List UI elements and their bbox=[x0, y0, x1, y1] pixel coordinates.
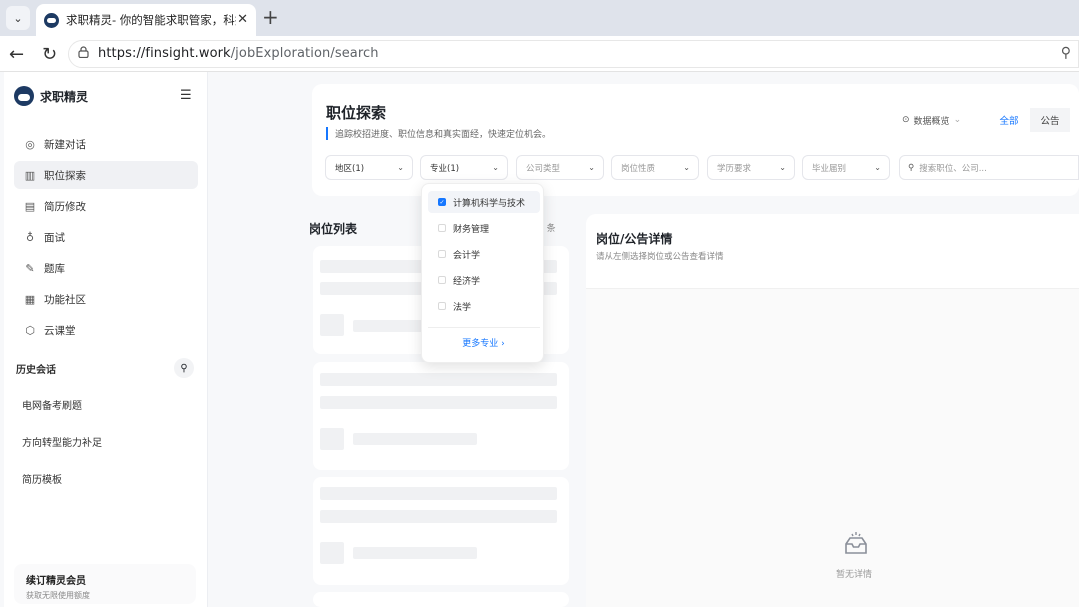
history-search-icon[interactable]: ⚲ bbox=[174, 358, 194, 378]
reload-icon[interactable]: ↻ bbox=[42, 44, 57, 65]
collapse-sidebar-icon[interactable]: ☰ bbox=[180, 88, 192, 103]
sidebar-item-interview[interactable]: ♁ 面试 bbox=[14, 223, 198, 251]
major-option[interactable]: 经济学 bbox=[428, 269, 540, 291]
sidebar-item-question-bank[interactable]: ✎ 题库 bbox=[14, 254, 198, 282]
chart-icon: ▥ bbox=[24, 168, 36, 182]
chevron-down-icon: ⌄ bbox=[588, 163, 595, 172]
chevron-down-icon: ⌄ bbox=[874, 163, 881, 172]
chat-icon: ◎ bbox=[25, 137, 35, 151]
history-item[interactable]: 电网备考刷题 bbox=[22, 397, 82, 412]
checkbox-icon bbox=[438, 302, 446, 310]
search-icon: ⚲ bbox=[908, 162, 915, 173]
checkbox-icon bbox=[438, 276, 446, 284]
loading-card bbox=[313, 477, 569, 585]
cube-icon: ⬡ bbox=[25, 323, 35, 337]
history-item[interactable]: 方向转型能力补足 bbox=[22, 434, 102, 449]
sidebar-item-job-exploration[interactable]: ▥ 职位探索 bbox=[14, 161, 198, 189]
loading-card bbox=[313, 592, 569, 607]
page-subtitle: 追踪校招进度、职位信息和真实面经，快速定位机会。 bbox=[326, 127, 551, 140]
browser-tab-strip: ⌄ 求职精灵- 你的智能求职管家，科技 ✕ + bbox=[0, 0, 1079, 36]
document-icon: ▤ bbox=[24, 199, 36, 213]
loading-card bbox=[313, 362, 569, 470]
sidebar: 求职精灵 ☰ ◎ 新建对话 ▥ 职位探索 ▤ 简历修改 ♁ 面试 ✎ 题库 ▦ 功能社区 ⬡… bbox=[4, 72, 208, 607]
major-option[interactable]: 财务管理 bbox=[428, 217, 540, 239]
browser-tab[interactable]: 求职精灵- 你的智能求职管家，科技 ✕ bbox=[36, 4, 256, 36]
checkbox-checked-icon: ✓ bbox=[438, 198, 446, 206]
detail-body bbox=[586, 288, 1079, 607]
filter-region[interactable]: 地区(1) ⌄ bbox=[325, 155, 413, 180]
chevron-down-icon: ⌄ bbox=[683, 163, 690, 172]
sidebar-item-cloud-class[interactable]: ⬡ 云课堂 bbox=[14, 316, 198, 344]
tab-title: 求职精灵- 你的智能求职管家，科技 bbox=[66, 13, 236, 27]
vip-card[interactable]: 续订精灵会员 获取无限使用额度 bbox=[14, 564, 196, 604]
data-overview-button[interactable]: ⊙ 数据概览 ⌄ bbox=[902, 110, 980, 130]
close-tab-icon[interactable]: ✕ bbox=[237, 12, 248, 27]
chevron-down-icon: ⌄ bbox=[779, 163, 786, 172]
new-tab-icon[interactable]: + bbox=[262, 5, 279, 29]
chevron-right-icon: › bbox=[501, 339, 505, 349]
detail-title: 岗位/公告详情 bbox=[596, 232, 673, 246]
tab-all[interactable]: 全部 bbox=[990, 108, 1028, 132]
history-title: 历史会话 bbox=[16, 365, 56, 376]
pencil-icon: ✎ bbox=[25, 261, 35, 275]
more-majors-link[interactable]: 更多专业 › bbox=[422, 336, 545, 349]
job-list-title: 岗位列表 bbox=[309, 222, 358, 236]
sidebar-menu: ◎ 新建对话 ▥ 职位探索 ▤ 简历修改 ♁ 面试 ✎ 题库 ▦ 功能社区 ⬡ 云课堂 bbox=[14, 130, 198, 347]
filter-company-type[interactable]: 公司类型 ⌄ bbox=[516, 155, 604, 180]
brand-logo-icon bbox=[14, 86, 34, 106]
history-item[interactable]: 简历模板 bbox=[22, 471, 62, 486]
tab-announcement[interactable]: 公告 bbox=[1030, 108, 1070, 132]
divider bbox=[428, 327, 540, 328]
back-icon[interactable]: ← bbox=[9, 44, 24, 65]
major-option[interactable]: 会计学 bbox=[428, 243, 540, 265]
grid-icon: ▦ bbox=[24, 292, 36, 306]
major-option[interactable]: ✓ 计算机科学与技术 bbox=[428, 191, 540, 213]
vip-title: 续订精灵会员 bbox=[26, 576, 86, 587]
detail-subtitle: 请从左侧选择岗位或公告查看详情 bbox=[596, 252, 724, 262]
major-dropdown: ✓ 计算机科学与技术 财务管理 会计学 经济学 法学 更多专业 › bbox=[421, 183, 544, 363]
bulb-icon: ♁ bbox=[25, 230, 35, 244]
site-favicon-icon bbox=[44, 12, 59, 28]
major-option[interactable]: 法学 bbox=[428, 295, 540, 317]
filter-major[interactable]: 专业(1) ⌄ bbox=[420, 155, 508, 180]
filter-education[interactable]: 学历要求 ⌄ bbox=[707, 155, 795, 180]
site-info-icon[interactable] bbox=[78, 46, 89, 58]
chevron-down-icon: ⌄ bbox=[397, 163, 404, 172]
sidebar-item-resume[interactable]: ▤ 简历修改 bbox=[14, 192, 198, 220]
sidebar-item-community[interactable]: ▦ 功能社区 bbox=[14, 285, 198, 313]
empty-text: 暂无详情 bbox=[836, 570, 873, 580]
chevron-down-icon: ⌄ bbox=[953, 115, 962, 125]
brand[interactable]: 求职精灵 bbox=[14, 86, 88, 106]
url-text[interactable]: https://finsight.work/jobExploration/sea… bbox=[98, 46, 379, 61]
tab-list-button[interactable]: ⌄ bbox=[6, 6, 30, 30]
checkbox-icon bbox=[438, 224, 446, 232]
filter-job-nature[interactable]: 岗位性质 ⌄ bbox=[611, 155, 699, 180]
search-input[interactable]: ⚲ 搜索职位、公司... bbox=[899, 155, 1079, 180]
empty-inbox-icon bbox=[845, 532, 867, 554]
filter-graduation-year[interactable]: 毕业届别 ⌄ bbox=[802, 155, 890, 180]
page-title: 职位探索 bbox=[326, 104, 387, 122]
checkbox-icon bbox=[438, 250, 446, 258]
sidebar-item-new-chat[interactable]: ◎ 新建对话 bbox=[14, 130, 198, 158]
zoom-search-icon[interactable]: ⚲ bbox=[1061, 45, 1071, 61]
chevron-down-icon: ⌄ bbox=[492, 163, 499, 172]
overview-icon: ⊙ bbox=[902, 115, 910, 125]
vip-subtitle: 获取无限使用额度 bbox=[26, 591, 90, 600]
